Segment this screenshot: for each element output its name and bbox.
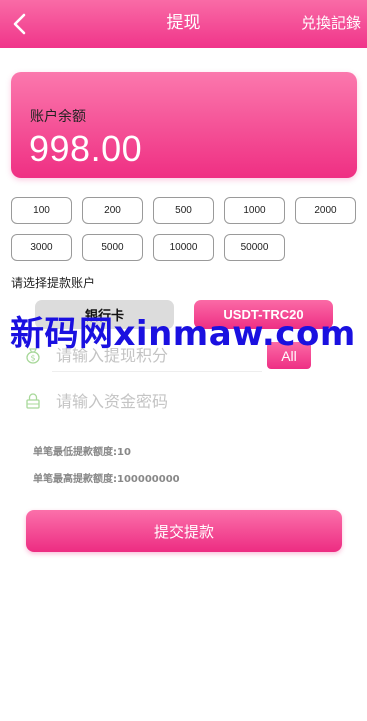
chevron-left-icon	[13, 13, 26, 35]
password-field	[22, 386, 342, 416]
min-limit-text: 单笔最低提款额度:10	[33, 447, 131, 458]
amount-button-2000[interactable]: 2000	[295, 197, 356, 224]
amount-button-50000[interactable]: 50000	[224, 234, 285, 261]
amount-button-500[interactable]: 500	[153, 197, 214, 224]
lock-icon	[26, 393, 40, 409]
fund-password-input[interactable]	[56, 386, 256, 416]
amount-button-3000[interactable]: 3000	[11, 234, 72, 261]
amount-row: 100 200 500 1000 2000	[11, 197, 361, 224]
balance-label: 账户余额	[30, 109, 86, 125]
balance-value: 998.00	[29, 128, 143, 169]
amount-button-5000[interactable]: 5000	[82, 234, 143, 261]
balance-card: 账户余额 998.00	[11, 72, 357, 178]
max-limit-text: 单笔最高提款额度:100000000	[33, 474, 180, 485]
amount-button-200[interactable]: 200	[82, 197, 143, 224]
points-input-underline	[52, 371, 262, 372]
top-bar: 提现 兑換記錄	[0, 0, 367, 48]
account-select-label: 请选择提款账户	[11, 276, 96, 290]
amount-row: 3000 5000 10000 50000	[11, 234, 361, 261]
amount-button-10000[interactable]: 10000	[153, 234, 214, 261]
amount-button-100[interactable]: 100	[11, 197, 72, 224]
back-button[interactable]	[8, 10, 34, 38]
exchange-records-link[interactable]: 兑換記錄	[301, 0, 361, 48]
watermark-text: 新码网xinmaw.com	[10, 314, 356, 354]
submit-withdrawal-button[interactable]: 提交提款	[26, 510, 342, 552]
quick-amounts: 100 200 500 1000 2000 3000 5000 10000 50…	[11, 197, 361, 271]
amount-button-1000[interactable]: 1000	[224, 197, 285, 224]
